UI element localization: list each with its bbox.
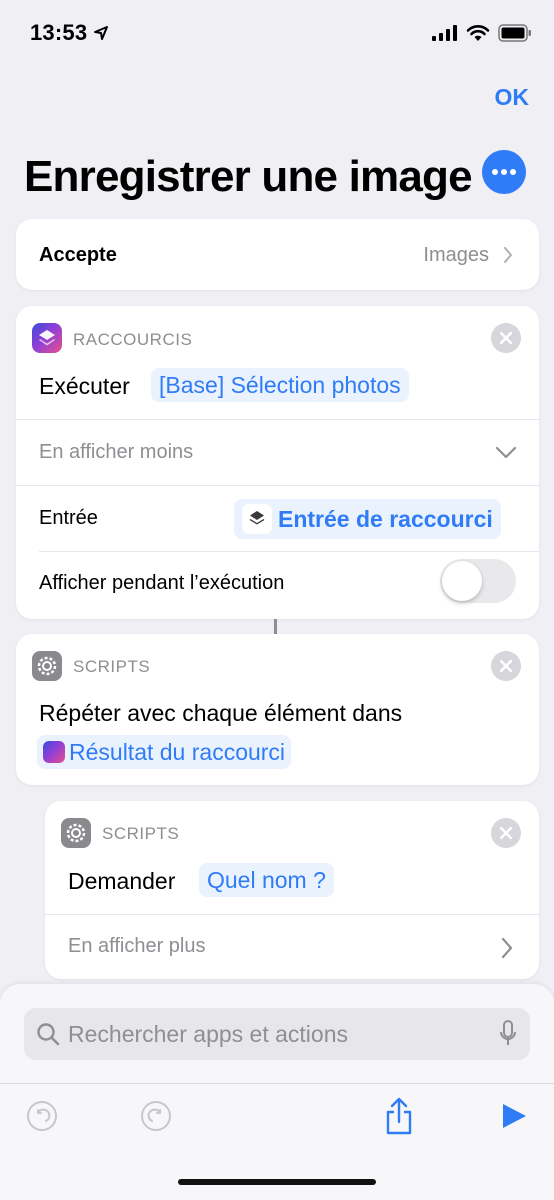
show-less-label[interactable]: En afficher moins: [39, 441, 193, 464]
gear-icon: [66, 823, 86, 843]
action-category: RACCOURCIS: [73, 330, 193, 349]
bottom-sheet: Rechercher apps et actions: [0, 984, 554, 1200]
action-category: SCRIPTS: [73, 657, 151, 676]
search-icon: [36, 1022, 60, 1051]
shortcuts-app-icon: [32, 323, 62, 353]
status-time: 13:53: [30, 20, 88, 45]
status-icons: [432, 24, 532, 47]
undo-icon[interactable]: [26, 1100, 58, 1137]
result-token-label: Résultat du raccourci: [69, 739, 286, 765]
input-token[interactable]: Entrée de raccourci: [234, 499, 501, 539]
ask-input-action[interactable]: SCRIPTS Demander Quel nom ? En afficher …: [45, 801, 539, 979]
close-icon: [500, 332, 512, 344]
ask-verb: Demander: [68, 868, 176, 894]
redo-icon[interactable]: [140, 1100, 172, 1137]
close-icon: [500, 827, 512, 839]
layers-icon: [242, 504, 272, 534]
input-token-label: Entrée de raccourci: [278, 506, 493, 532]
gear-icon: [37, 656, 57, 676]
chevron-right-icon: [503, 247, 513, 268]
more-options-button[interactable]: [482, 150, 526, 194]
repeat-action[interactable]: SCRIPTS Répéter avec chaque élément dans…: [16, 634, 539, 785]
action-verb: Exécuter: [39, 373, 130, 399]
shortcut-token[interactable]: [Base] Sélection photos: [151, 368, 409, 402]
remove-action-button[interactable]: [491, 323, 521, 353]
chevron-right-icon[interactable]: [500, 937, 514, 964]
share-icon[interactable]: [384, 1096, 414, 1141]
action-category: SCRIPTS: [102, 824, 180, 843]
show-while-running-label: Afficher pendant l’exécution: [39, 572, 285, 594]
accepts-value: Images: [423, 244, 489, 266]
home-indicator: [178, 1179, 376, 1185]
accepts-label: Accepte: [39, 244, 117, 266]
accepts-card[interactable]: Accepte Images: [16, 219, 539, 290]
show-while-running-toggle[interactable]: [440, 559, 516, 603]
remove-action-button[interactable]: [491, 818, 521, 848]
run-play-icon[interactable]: [500, 1102, 528, 1135]
show-more-label[interactable]: En afficher plus: [68, 935, 206, 958]
ok-button[interactable]: OK: [495, 84, 530, 111]
location-arrow-icon: [93, 25, 109, 46]
repeat-text: Répéter avec chaque élément dans: [39, 700, 403, 726]
battery-icon: [498, 24, 532, 47]
microphone-icon[interactable]: [499, 1020, 517, 1053]
close-icon: [500, 660, 512, 672]
scripts-app-icon: [32, 651, 62, 681]
search-input[interactable]: Rechercher apps et actions: [68, 1021, 348, 1048]
toggle-knob: [442, 561, 482, 601]
remove-action-button[interactable]: [491, 651, 521, 681]
signal-icon: [432, 25, 458, 46]
input-label: Entrée: [39, 507, 98, 529]
result-token[interactable]: Résultat du raccourci: [37, 735, 292, 769]
scripts-app-icon: [61, 818, 91, 848]
run-shortcut-action[interactable]: RACCOURCIS Exécuter [Base] Sélection pho…: [16, 306, 539, 619]
search-bar[interactable]: Rechercher apps et actions: [24, 1008, 530, 1060]
flow-connector: [274, 619, 277, 635]
chevron-down-icon[interactable]: [495, 446, 517, 465]
shortcuts-mini-icon: [43, 741, 65, 763]
page-title: Enregistrer une image: [24, 152, 473, 201]
wifi-icon: [466, 24, 490, 47]
question-token[interactable]: Quel nom ?: [199, 863, 334, 897]
